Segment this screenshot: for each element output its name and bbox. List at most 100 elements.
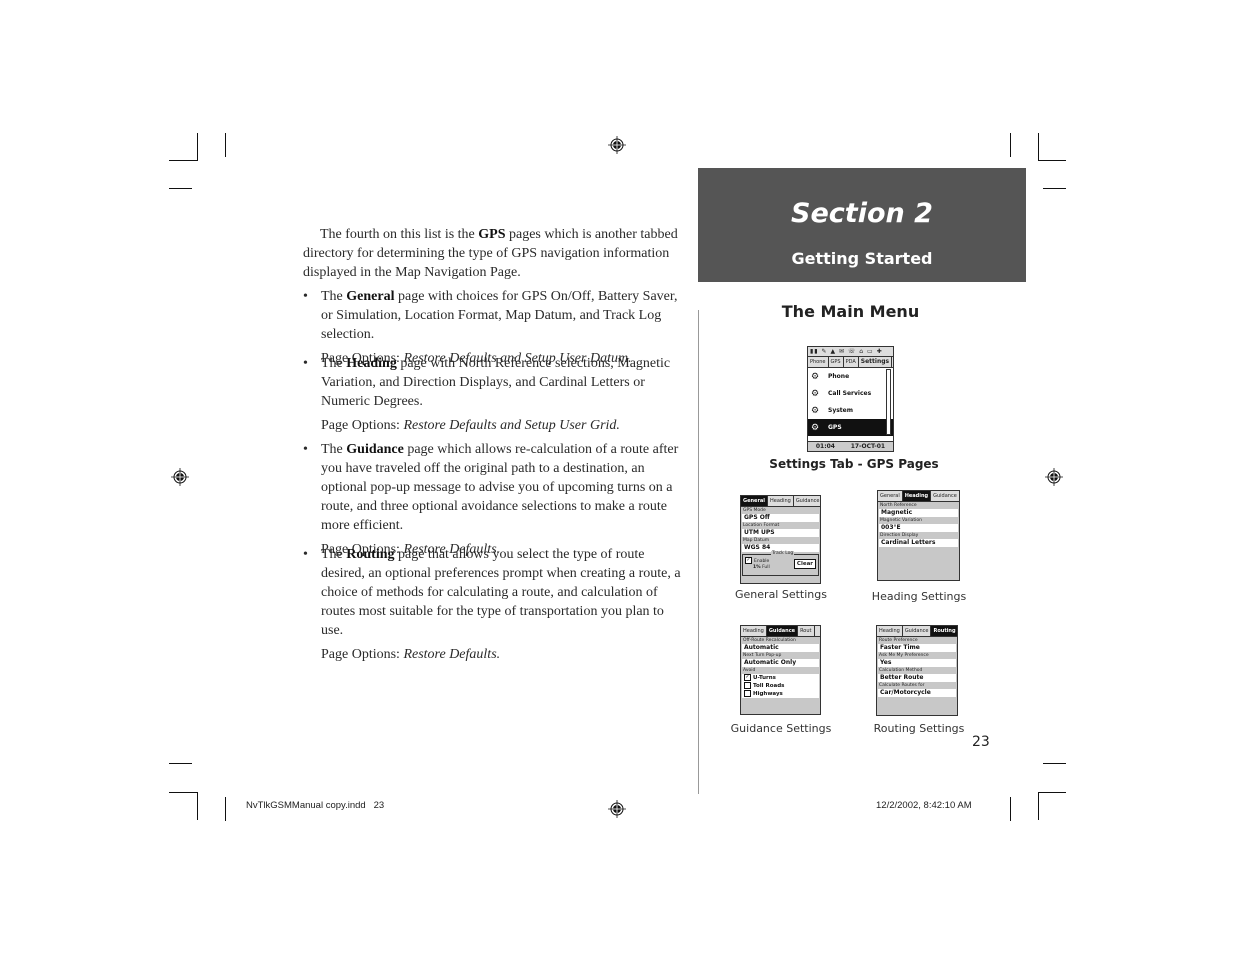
bullet-prefix: The [321, 547, 347, 562]
crop-mark [1010, 797, 1011, 821]
field-label: Calculation Method [879, 668, 923, 673]
enable-label: Enable [754, 559, 770, 564]
menu-item-label: Call Services [828, 390, 872, 397]
field-label: Ask Me My Preference [879, 653, 929, 658]
percent-value: 1% [753, 565, 761, 570]
avoid-list: ✓ U-Turns Toll Roads Highways [742, 674, 819, 698]
page-options-value: Restore Defaults and Setup User Grid. [403, 418, 620, 433]
section-header: Section 2 Getting Started [698, 168, 1026, 282]
tab-pda: PDA [844, 357, 859, 367]
field-value: Better Route [878, 674, 956, 682]
gps-settings-icon: ⚙ [811, 422, 820, 433]
heading-settings-screenshot: General Heading Guidance North Reference… [877, 490, 960, 581]
bullet-text: The General page with choices for GPS On… [321, 287, 688, 344]
bullet-dot: • [303, 547, 308, 562]
registration-mark-icon [608, 800, 626, 818]
bullet-dot: • [303, 289, 308, 304]
avoid-label: Avoid [743, 668, 756, 673]
screen-tabs: General Heading Guidance [878, 491, 959, 502]
field-label: Calculate Routes for [879, 683, 925, 688]
avoid-item: Toll Roads [742, 682, 819, 690]
system-icon: ⚙ [811, 405, 820, 416]
bullet-heading: • The Heading page with North Reference … [303, 354, 688, 435]
slug-filename: NvTlkGSMManual copy.indd 23 [246, 800, 385, 811]
tab-general: General [878, 491, 903, 501]
crop-mark [225, 797, 226, 821]
tab-guidance: Guidance [903, 626, 932, 636]
registration-mark-icon [1045, 468, 1063, 486]
screen-tabs: General Heading Guidance [741, 496, 820, 507]
screen-tabs: Phone GPS PDA Settings [808, 357, 893, 368]
bullet-prefix: The [321, 289, 347, 304]
checkbox-checked-icon: ✓ [744, 674, 751, 681]
page-options: Page Options: Restore Defaults. [321, 645, 688, 664]
bullet-text: The Routing page that allows you select … [321, 545, 688, 640]
field-value: 003°E [879, 524, 958, 532]
crop-mark [225, 133, 226, 157]
avoid-item: ✓ U-Turns [742, 674, 819, 682]
screen-tabs: Heading Guidance Rout [741, 626, 820, 637]
general-settings-screenshot: General Heading Guidance GPS Mode GPS Of… [740, 495, 821, 584]
menu-item-label: Phone [828, 373, 850, 380]
bullet-routing: • The Routing page that allows you selec… [303, 545, 688, 664]
field-label: Route Preference [879, 638, 918, 643]
menu-item-call-services: ⚙ Call Services [808, 385, 893, 402]
date-readout: 17-OCT-01 [850, 443, 886, 450]
crop-mark [1043, 763, 1066, 764]
field-value: Car/Motorcycle [878, 689, 956, 697]
field-label: Next Turn Pop-up [743, 653, 782, 658]
field-value: Automatic Only [742, 659, 819, 667]
screen-tabs: Heading Guidance Routing [877, 626, 957, 637]
phone-settings-icon: ⚙ [811, 371, 820, 382]
field-value: Automatic [742, 644, 819, 652]
time-readout: 01:04 [815, 443, 835, 450]
tab-routing: Routing [931, 626, 957, 636]
tab-heading: Heading [902, 491, 932, 501]
bullet-dot: • [303, 442, 308, 457]
intro-paragraph: The fourth on this list is the GPS pages… [303, 225, 688, 282]
field-label: Location Format [743, 523, 780, 528]
column-divider [698, 310, 699, 794]
avoid-item: Highways [742, 690, 819, 698]
status-bar: ▮▮ ✎ ▲ ✉ ☏ ⌂ ▭ ✚ [808, 347, 893, 357]
tab-guidance: Guidance [931, 491, 959, 501]
avoid-item-label: Highways [753, 691, 783, 697]
page-number: 23 [972, 734, 990, 750]
bullet-term: Routing [346, 547, 395, 562]
routing-settings-screenshot: Heading Guidance Routing Route Preferenc… [876, 625, 958, 716]
time-date-bar: 01:04 17-OCT-01 [808, 441, 893, 451]
tab-guidance: Guidance [794, 496, 820, 506]
crop-mark [197, 133, 198, 161]
field-label: Magnetic Variation [880, 518, 923, 523]
checkbox-checked-icon: ✓ [745, 557, 752, 564]
section-subtitle: Getting Started [791, 249, 933, 268]
crop-mark [169, 792, 198, 793]
track-log-group: Track Log ✓ Enable 1% Full Clear [742, 551, 819, 576]
bullet-text: The Guidance page which allows re-calcul… [321, 440, 688, 535]
heading-settings-caption: Heading Settings [871, 590, 967, 603]
page-options-label: Page Options: [321, 647, 404, 662]
menu-item-label: GPS [828, 424, 842, 431]
bullet-term: Guidance [346, 442, 404, 457]
avoid-item-label: Toll Roads [753, 683, 785, 689]
crop-mark [169, 160, 198, 161]
page-options-value: Restore Defaults. [403, 647, 501, 662]
field-value: GPS Off [742, 514, 819, 522]
field-label: GPS Mode [743, 508, 766, 513]
field-value: Faster Time [878, 644, 956, 652]
field-value: UTM UPS [742, 529, 819, 537]
bullet-guidance: • The Guidance page which allows re-calc… [303, 440, 688, 559]
page-options: Page Options: Restore Defaults and Setup… [321, 416, 688, 435]
checkbox-unchecked-icon [744, 690, 751, 697]
crop-mark [197, 792, 198, 820]
tab-heading: Heading [741, 626, 767, 636]
field-value: Yes [878, 659, 956, 667]
tab-routing: Rout [798, 626, 815, 636]
routing-settings-caption: Routing Settings [873, 722, 965, 735]
tab-phone: Phone [808, 357, 829, 367]
bullet-dot: • [303, 356, 308, 371]
tab-guidance: Guidance [766, 626, 799, 636]
intro-bold-term: GPS [478, 227, 506, 242]
full-label: Full [762, 565, 770, 570]
call-services-icon: ⚙ [811, 388, 820, 399]
